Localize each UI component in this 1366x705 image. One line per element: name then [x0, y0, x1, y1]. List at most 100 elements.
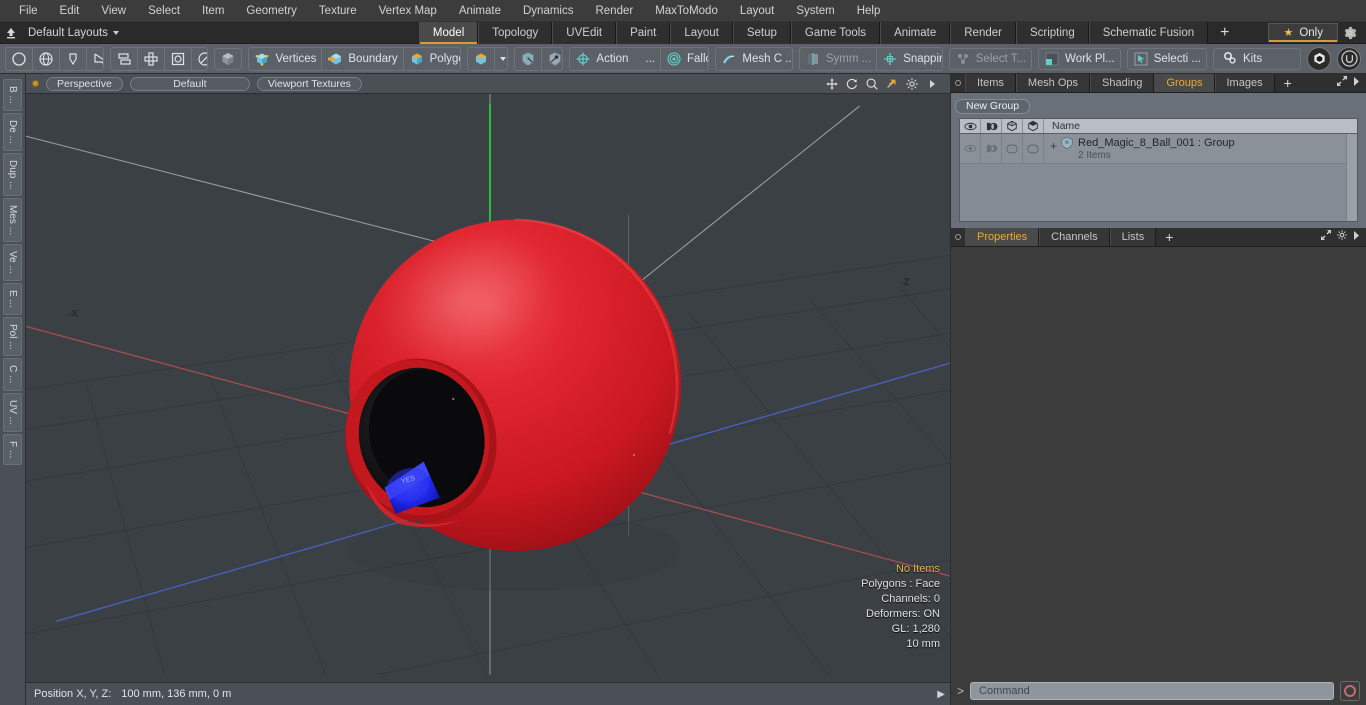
left-tab-mesh-edit[interactable]: Mes ... — [3, 198, 22, 243]
component-dropdown-chevron-icon[interactable] — [495, 48, 507, 70]
menu-item-maxtomodo[interactable]: MaxToModo — [644, 2, 729, 20]
expand-properties-icon[interactable] — [1320, 228, 1332, 246]
tab-uvedit[interactable]: UVEdit — [552, 21, 617, 44]
menu-item-animate[interactable]: Animate — [448, 2, 512, 20]
left-tab-deform[interactable]: De ... — [3, 112, 22, 151]
mesh-constraint-button[interactable]: Mesh C ... — [716, 48, 792, 70]
left-tab-uv[interactable]: UV ... — [3, 392, 22, 432]
left-tab-curve[interactable]: C ... — [3, 358, 22, 391]
fit-icon[interactable] — [883, 75, 900, 92]
tab-layout[interactable]: Layout — [670, 21, 733, 44]
viewport-style-selector[interactable]: Default — [129, 76, 250, 91]
unreal-engine-icon[interactable] — [1337, 46, 1361, 71]
menu-item-select[interactable]: Select — [137, 2, 191, 20]
component-cube-icon[interactable] — [468, 47, 495, 70]
menu-item-vertex-map[interactable]: Vertex Map — [368, 2, 448, 20]
tab-scripting[interactable]: Scripting — [1015, 21, 1089, 44]
vertices-mode-button[interactable]: Vertices — [249, 47, 323, 70]
tab-render[interactable]: Render — [950, 21, 1016, 44]
table-row[interactable]: + Red_Magic_8_Ball_001 : Group 2 Items — [960, 134, 1357, 164]
only-toggle-button[interactable]: ★ Only — [1268, 23, 1338, 42]
properties-gear-icon[interactable] — [1336, 228, 1348, 246]
menu-item-item[interactable]: Item — [191, 2, 235, 20]
tab-animate[interactable]: Animate — [880, 21, 951, 44]
tab-properties[interactable]: Properties — [965, 228, 1040, 246]
tab-schematic-fusion[interactable]: Schematic Fusion — [1088, 21, 1209, 44]
row-shade-toggle[interactable] — [1023, 134, 1044, 163]
modo-logo-icon[interactable] — [1307, 46, 1331, 71]
add-properties-tab-button[interactable]: + — [1156, 228, 1182, 246]
tab-channels[interactable]: Channels — [1039, 228, 1110, 246]
viewport-3d[interactable]: YES • • Y X — [26, 94, 950, 682]
row-render-toggle[interactable] — [981, 134, 1002, 163]
tab-lists[interactable]: Lists — [1109, 228, 1157, 246]
menu-item-system[interactable]: System — [785, 2, 845, 20]
falloff-button[interactable]: Falloff — [661, 48, 708, 70]
row-visibility-toggle[interactable] — [960, 134, 981, 163]
menu-item-geometry[interactable]: Geometry — [235, 2, 308, 20]
row-expander-button[interactable]: + — [1050, 136, 1057, 153]
selection-set-button[interactable]: Selecti ... — [1126, 47, 1207, 70]
globe-icon[interactable] — [33, 47, 60, 70]
home-layout-icon[interactable] — [0, 22, 22, 44]
chevron-right-icon[interactable] — [923, 75, 940, 92]
eye-icon[interactable] — [960, 119, 981, 133]
rotate-icon[interactable] — [843, 75, 860, 92]
command-stop-button[interactable] — [1340, 680, 1360, 701]
tab-images[interactable]: Images — [1214, 74, 1275, 92]
add-panel-tab-button[interactable]: + — [1275, 74, 1301, 92]
wire-icon[interactable] — [1002, 119, 1023, 133]
polygons-mode-button[interactable]: Polygons — [404, 48, 460, 70]
tab-mesh-ops[interactable]: Mesh Ops — [1015, 74, 1091, 92]
menu-item-dynamics[interactable]: Dynamics — [512, 2, 584, 20]
curve-icon[interactable] — [87, 48, 103, 70]
menu-item-view[interactable]: View — [90, 2, 137, 20]
row-wire-toggle[interactable] — [1002, 134, 1023, 163]
shade-icon[interactable] — [1023, 119, 1044, 133]
move-icon[interactable] — [823, 75, 840, 92]
rotate-icon[interactable] — [192, 48, 208, 70]
panel-menu-dot-icon[interactable] — [951, 74, 965, 92]
gear-icon[interactable] — [903, 75, 920, 92]
menu-item-file[interactable]: File — [8, 2, 49, 20]
command-input[interactable] — [970, 681, 1334, 700]
expand-panel-icon[interactable] — [1336, 74, 1348, 92]
menu-item-layout[interactable]: Layout — [729, 2, 786, 20]
properties-menu-dot-icon[interactable] — [951, 228, 965, 246]
groups-list-scrollbar[interactable] — [1346, 134, 1357, 221]
pen-icon[interactable] — [60, 47, 87, 70]
tab-shading[interactable]: Shading — [1090, 74, 1155, 92]
render-icon[interactable] — [981, 119, 1002, 133]
properties-chevron-right-icon[interactable] — [1352, 228, 1361, 246]
center-icon[interactable] — [138, 47, 165, 70]
zoom-icon[interactable] — [863, 75, 880, 92]
tab-game-tools[interactable]: Game Tools — [790, 21, 881, 44]
viewport-shading-selector[interactable]: Viewport Textures — [256, 76, 362, 91]
symmetry-button[interactable]: Symm ... — [800, 47, 878, 70]
action-center-button[interactable]: Action ... — [570, 47, 661, 70]
left-tab-fur[interactable]: F ... — [3, 433, 22, 465]
kits-button[interactable]: Kits — [1213, 47, 1301, 70]
new-group-button[interactable]: New Group — [955, 98, 1031, 114]
align-icon[interactable] — [111, 47, 138, 70]
item-mode-cube-icon[interactable] — [214, 47, 243, 70]
select-through-button[interactable]: Select T... — [948, 47, 1033, 70]
shield-center-icon[interactable] — [515, 47, 542, 70]
viewport-projection-selector[interactable]: Perspective — [46, 76, 123, 91]
tab-setup[interactable]: Setup — [732, 21, 791, 44]
menu-item-render[interactable]: Render — [584, 2, 644, 20]
left-tab-duplicate[interactable]: Dup ... — [3, 152, 22, 197]
left-tab-edge[interactable]: E ... — [3, 282, 22, 315]
tab-groups[interactable]: Groups — [1154, 74, 1215, 92]
left-tab-basic[interactable]: B ... — [3, 79, 22, 111]
tab-items[interactable]: Items — [965, 74, 1016, 92]
menu-item-help[interactable]: Help — [846, 2, 892, 20]
preferences-gear-icon[interactable] — [1338, 26, 1362, 40]
left-tab-polygon[interactable]: Pol ... — [3, 316, 22, 357]
circle-icon[interactable] — [6, 47, 33, 70]
menu-item-texture[interactable]: Texture — [308, 2, 368, 20]
work-plane-button[interactable]: Work Pl... — [1038, 47, 1121, 70]
tab-topology[interactable]: Topology — [478, 21, 553, 44]
add-tab-button[interactable]: + — [1208, 22, 1241, 44]
layout-selector[interactable]: Default Layouts — [22, 27, 129, 39]
